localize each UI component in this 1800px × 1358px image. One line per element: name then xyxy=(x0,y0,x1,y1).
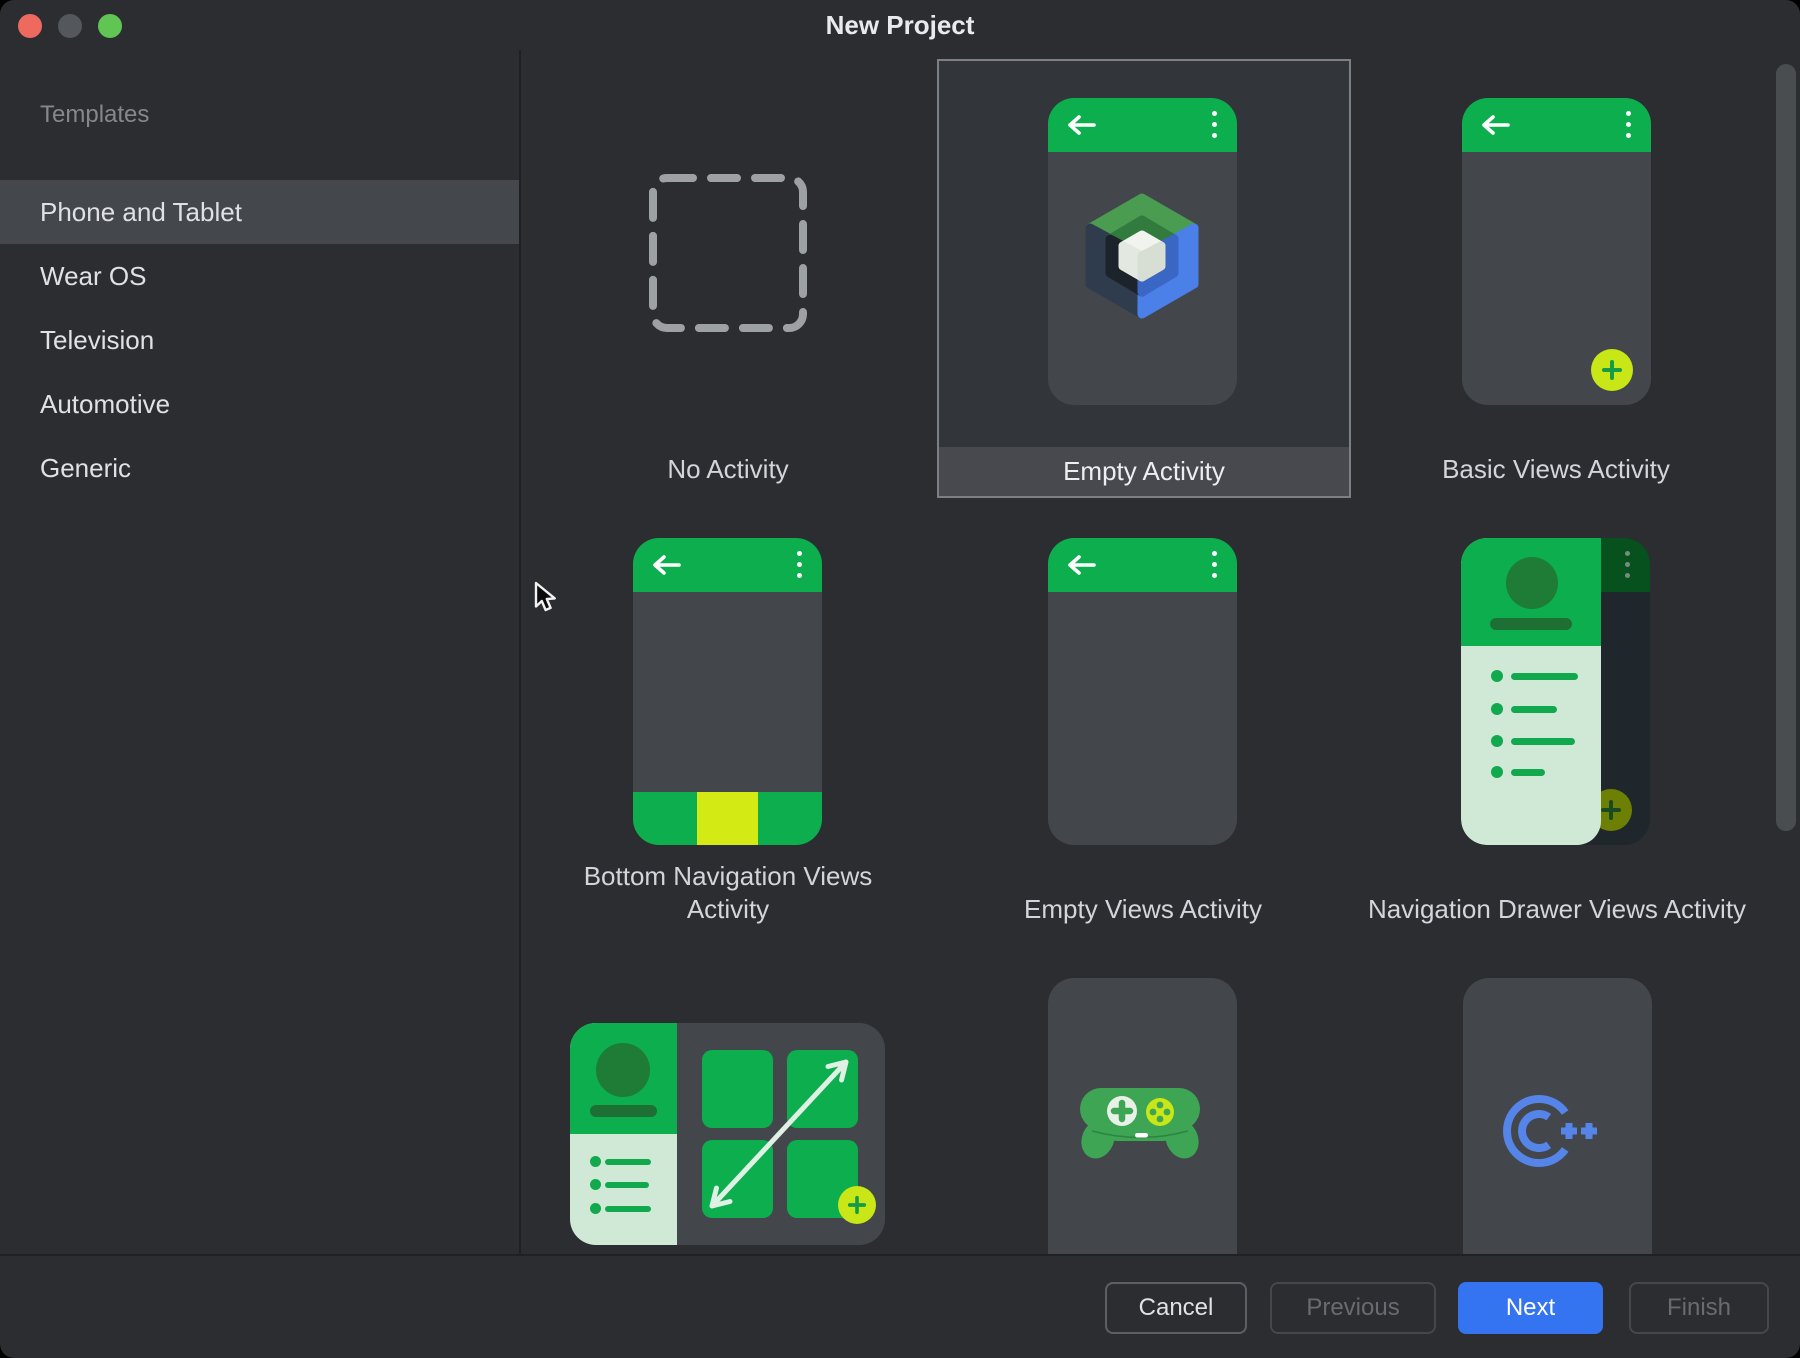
app-bar xyxy=(1048,98,1237,152)
sidebar-item-automotive[interactable]: Automotive xyxy=(0,372,519,436)
avatar xyxy=(1506,557,1558,609)
dialog-title: New Project xyxy=(0,10,1800,41)
kebab-menu-icon xyxy=(797,551,802,584)
fab-plus-icon xyxy=(1591,349,1633,391)
app-bar xyxy=(1048,538,1237,592)
fab-plus-icon xyxy=(838,1186,876,1224)
next-button[interactable]: Next xyxy=(1458,1282,1603,1334)
template-card-empty-activity[interactable]: Empty Activity xyxy=(937,59,1351,498)
previous-button[interactable]: Previous xyxy=(1270,1282,1436,1334)
app-bar xyxy=(1462,98,1651,152)
new-project-dialog: New Project Templates Phone and Tablet W… xyxy=(0,0,1800,1358)
cpp-logo-icon xyxy=(1491,1081,1611,1181)
phone-mockup xyxy=(633,538,822,845)
kebab-menu-icon xyxy=(1626,111,1631,144)
expand-diagonal-arrow-icon xyxy=(570,1023,885,1245)
sidebar-item-television[interactable]: Television xyxy=(0,308,519,372)
back-arrow-icon xyxy=(1064,114,1098,136)
sidebar-item-wear-os[interactable]: Wear OS xyxy=(0,244,519,308)
phone-mockup xyxy=(1048,978,1237,1254)
templates-header: Templates xyxy=(40,98,149,132)
back-arrow-icon xyxy=(1478,114,1512,136)
sidebar-item-generic[interactable]: Generic xyxy=(0,436,519,500)
template-label: Empty Views Activity xyxy=(963,856,1323,926)
no-activity-dashed-square-icon xyxy=(648,173,808,333)
template-label: Empty Activity xyxy=(939,447,1349,496)
bottom-navigation-bar xyxy=(633,792,822,845)
footer-divider xyxy=(0,1254,1800,1256)
sidebar-divider xyxy=(519,50,521,1254)
navigation-drawer xyxy=(1461,538,1601,845)
kebab-menu-icon xyxy=(1625,551,1630,584)
back-arrow-icon xyxy=(649,554,683,576)
kebab-menu-icon xyxy=(1212,111,1217,144)
mouse-cursor xyxy=(533,581,563,613)
cancel-button[interactable]: Cancel xyxy=(1105,1282,1247,1334)
kebab-menu-icon xyxy=(1212,551,1217,584)
template-label: No Activity xyxy=(578,453,878,486)
template-label: Bottom Navigation Views Activity xyxy=(558,856,898,926)
template-label: Navigation Drawer Views Activity xyxy=(1327,856,1787,926)
back-arrow-icon xyxy=(1064,554,1098,576)
tablet-template-card[interactable] xyxy=(570,1023,885,1245)
phone-mockup xyxy=(1462,98,1651,405)
phone-mockup xyxy=(1048,538,1237,845)
phone-mockup xyxy=(1463,978,1652,1254)
template-label: Basic Views Activity xyxy=(1376,453,1736,486)
name-bar xyxy=(1490,618,1572,630)
phone-mockup xyxy=(1461,538,1650,845)
finish-button[interactable]: Finish xyxy=(1629,1282,1769,1334)
sidebar-item-phone-and-tablet[interactable]: Phone and Tablet xyxy=(0,180,519,244)
jetpack-compose-logo-icon xyxy=(1078,192,1206,320)
title-bar: New Project xyxy=(0,0,1800,48)
gamepad-icon xyxy=(1076,1081,1206,1171)
vertical-scrollbar-thumb[interactable] xyxy=(1776,64,1796,831)
app-bar xyxy=(633,538,822,592)
phone-mockup xyxy=(1048,98,1237,405)
